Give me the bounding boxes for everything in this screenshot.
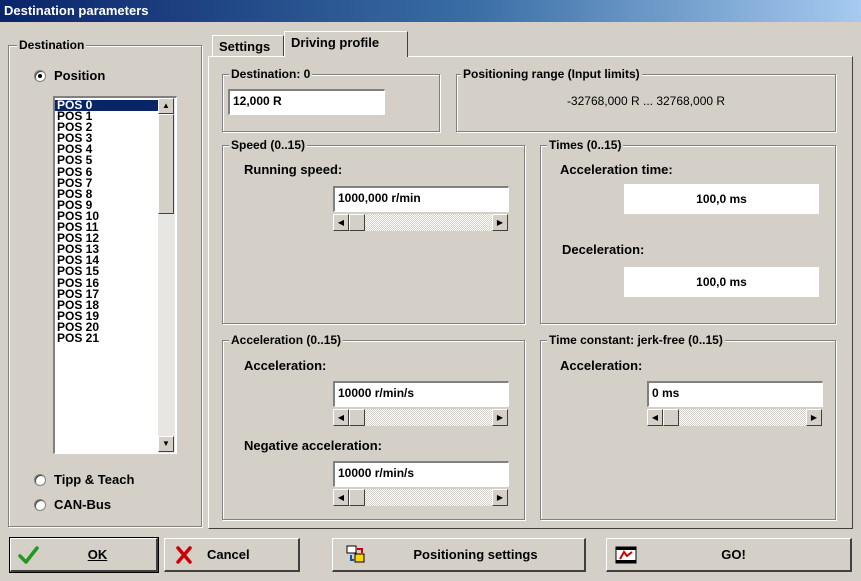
ok-button-label: OK	[87, 547, 108, 562]
position-list[interactable]: POS 0 POS 1 POS 2 POS 3 POS 4 POS 5 POS 6 POS 7…	[55, 99, 158, 344]
negative-acceleration-input[interactable]: 10000 r/min/s	[333, 461, 509, 487]
cancel-x-icon	[176, 545, 192, 564]
destination-group-legend: Destination	[17, 38, 87, 52]
acceleration-slider[interactable]: ◀ ▶	[333, 409, 508, 426]
slider-left-button[interactable]: ◀	[647, 409, 663, 426]
position-list-item[interactable]: POS 21	[55, 332, 158, 344]
jerk-free-acceleration-input[interactable]: 0 ms	[647, 381, 823, 407]
radio-tipp-teach[interactable]: Tipp & Teach	[34, 472, 134, 487]
window-title: Destination parameters	[0, 0, 861, 22]
left-arrow-icon: ◀	[651, 412, 659, 422]
ok-button[interactable]: OK	[9, 537, 159, 573]
left-arrow-icon: ◀	[337, 492, 345, 502]
positioning-settings-button[interactable]: Positioning settings	[332, 538, 586, 572]
deceleration-label: Deceleration:	[562, 242, 645, 257]
acceleration-legend: Acceleration (0..15)	[229, 333, 344, 347]
position-listbox[interactable]: POS 0 POS 1 POS 2 POS 3 POS 4 POS 5 POS 6 POS 7…	[53, 96, 177, 454]
destination-input[interactable]: 12,000 R	[228, 89, 385, 115]
left-arrow-icon: ◀	[337, 217, 345, 227]
acceleration-time-value[interactable]: 100,0 ms	[624, 184, 819, 214]
check-icon	[18, 545, 39, 564]
radio-can-bus[interactable]: CAN-Bus	[34, 497, 111, 512]
tab-settings[interactable]: Settings	[212, 35, 284, 57]
radio-position-indicator[interactable]	[34, 69, 46, 82]
speed-legend: Speed (0..15)	[229, 138, 308, 152]
slider-right-button[interactable]: ▶	[492, 409, 508, 426]
jerk-free-acceleration-label: Acceleration:	[560, 358, 643, 373]
left-arrow-icon: ◀	[337, 412, 345, 422]
running-speed-slider[interactable]: ◀ ▶	[333, 214, 508, 231]
radio-position[interactable]: Position	[34, 68, 105, 83]
slider-left-button[interactable]: ◀	[333, 214, 349, 231]
tab-driving-profile[interactable]: Driving profile	[284, 31, 408, 57]
radio-can-bus-label: CAN-Bus	[54, 497, 112, 512]
slider-thumb[interactable]	[663, 409, 679, 426]
slider-thumb[interactable]	[349, 214, 365, 231]
radio-can-bus-indicator[interactable]	[34, 498, 46, 511]
slider-right-button[interactable]: ▶	[492, 214, 508, 231]
acceleration-label: Acceleration:	[244, 358, 327, 373]
go-button-label: GO!	[721, 547, 746, 562]
destination-value-legend: Destination: 0	[229, 67, 313, 81]
deceleration-value[interactable]: 100,0 ms	[624, 267, 819, 297]
slider-thumb[interactable]	[349, 489, 365, 506]
cancel-button[interactable]: Cancel	[164, 538, 300, 572]
radio-tipp-teach-indicator[interactable]	[34, 473, 46, 486]
jerk-free-legend: Time constant: jerk-free (0..15)	[547, 333, 725, 347]
slider-left-button[interactable]: ◀	[333, 489, 349, 506]
positioning-settings-icon	[346, 545, 365, 562]
radio-tipp-teach-label: Tipp & Teach	[54, 472, 135, 487]
jerk-free-acceleration-slider[interactable]: ◀ ▶	[647, 409, 822, 426]
positioning-range-text: -32768,000 R ... 32768,000 R	[566, 94, 726, 108]
go-button[interactable]: GO!	[606, 538, 852, 572]
right-arrow-icon: ▶	[810, 412, 818, 422]
radio-position-label: Position	[54, 68, 106, 83]
cancel-button-label: Cancel	[207, 547, 250, 562]
slider-thumb[interactable]	[349, 409, 365, 426]
slider-left-button[interactable]: ◀	[333, 409, 349, 426]
running-speed-label: Running speed:	[244, 162, 343, 177]
positioning-settings-label: Positioning settings	[413, 547, 538, 562]
scroll-up-arrow-icon: ▲	[162, 101, 170, 110]
negative-acceleration-slider[interactable]: ◀ ▶	[333, 489, 508, 506]
scroll-down-arrow-icon: ▼	[162, 439, 170, 448]
scroll-up-button[interactable]: ▲	[158, 98, 174, 114]
right-arrow-icon: ▶	[496, 412, 504, 422]
right-arrow-icon: ▶	[496, 217, 504, 227]
times-legend: Times (0..15)	[547, 138, 624, 152]
position-list-scrollbar[interactable]: ▲ ▼	[158, 98, 175, 453]
acceleration-input[interactable]: 10000 r/min/s	[333, 381, 509, 407]
scroll-down-button[interactable]: ▼	[158, 436, 174, 452]
slider-right-button[interactable]: ▶	[806, 409, 822, 426]
positioning-range-legend: Positioning range (Input limits)	[461, 67, 642, 81]
acceleration-time-label: Acceleration time:	[560, 162, 673, 177]
negative-acceleration-label: Negative acceleration:	[244, 438, 383, 453]
slider-right-button[interactable]: ▶	[492, 489, 508, 506]
go-icon	[615, 546, 637, 563]
running-speed-input[interactable]: 1000,000 r/min	[333, 186, 509, 212]
scroll-thumb[interactable]	[158, 114, 174, 214]
right-arrow-icon: ▶	[496, 492, 504, 502]
